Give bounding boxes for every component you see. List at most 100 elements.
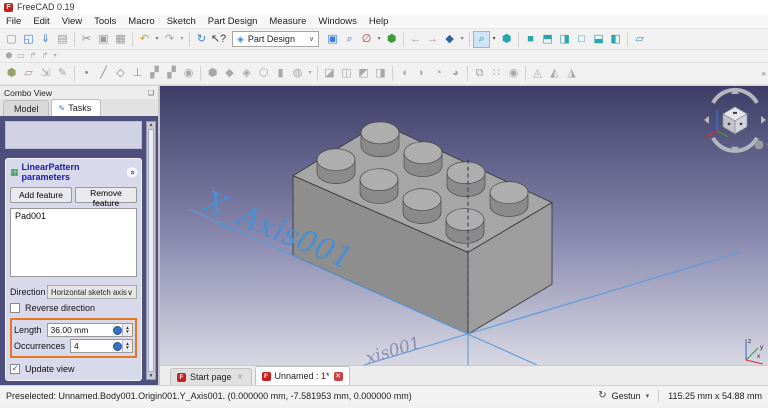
expression-icon[interactable]: [113, 326, 122, 335]
toolbar-icon[interactable]: ▾: [375, 31, 383, 48]
toolbar-icon[interactable]: ⌕: [341, 31, 358, 48]
toolbar-icon[interactable]: ⧉: [471, 65, 488, 82]
menu-item[interactable]: File: [0, 16, 27, 27]
toolbar-icon[interactable]: [469, 32, 470, 47]
toolbar-icon[interactable]: ◇: [112, 65, 129, 82]
toolbar-icon[interactable]: ↷: [161, 31, 178, 48]
toolbar-icon[interactable]: ◮: [563, 65, 580, 82]
toolbar-icon[interactable]: ◍: [289, 65, 306, 82]
toolbar-icon[interactable]: ▾: [51, 50, 59, 62]
toolbar-icon[interactable]: ⬢: [498, 31, 515, 48]
toolbar-icon[interactable]: ▱: [631, 31, 648, 48]
toolbar-icon[interactable]: [200, 66, 201, 81]
task-scrollbar[interactable]: ▲ ▼: [146, 121, 156, 380]
toolbar-icon[interactable]: ◭: [546, 65, 563, 82]
toolbar-icon[interactable]: [74, 32, 75, 47]
reverse-direction-checkbox[interactable]: [10, 303, 20, 313]
feature-list-item[interactable]: Pad001: [15, 211, 132, 221]
toolbar-icon[interactable]: ▞: [163, 65, 180, 82]
menu-item[interactable]: Edit: [27, 16, 55, 27]
direction-dropdown[interactable]: Horizontal sketch axis ∨: [47, 285, 137, 299]
toolbar-icon[interactable]: ▢: [3, 31, 20, 48]
toolbar-icon[interactable]: ↻: [193, 31, 210, 48]
toolbar-icon[interactable]: [467, 66, 468, 81]
toolbar-icon[interactable]: ⬒: [539, 31, 556, 48]
occurrences-spinner[interactable]: ▲▼: [122, 340, 132, 352]
remove-feature-button[interactable]: Remove feature: [75, 187, 137, 203]
toolbar-icon[interactable]: [132, 32, 133, 47]
toolbar-icon[interactable]: ◔: [430, 65, 447, 82]
toolbar-icon[interactable]: ◧: [607, 31, 624, 48]
length-spinner[interactable]: ▲▼: [122, 324, 132, 336]
toolbar-icon[interactable]: ↱: [27, 50, 39, 62]
expression-icon[interactable]: [113, 342, 122, 351]
toolbar-icon[interactable]: •: [78, 65, 95, 82]
collapse-section-button[interactable]: «: [126, 167, 137, 177]
toolbar-icon[interactable]: ←: [407, 31, 424, 48]
toolbar-icon[interactable]: ⬓: [590, 31, 607, 48]
3d-viewport[interactable]: X_Axis001 xis001: [160, 86, 768, 365]
scrollbar-thumb[interactable]: [148, 129, 154, 372]
toolbar-icon[interactable]: [525, 66, 526, 81]
scroll-down-icon[interactable]: ▼: [147, 373, 155, 379]
nav-sphere-icon[interactable]: [755, 140, 764, 149]
toolbar-icon[interactable]: ▞: [146, 65, 163, 82]
toolbar-icon[interactable]: ▾: [178, 31, 186, 48]
toolbar-icon[interactable]: [627, 32, 628, 47]
workbench-selector[interactable]: ◈ Part Design ∨: [232, 31, 319, 47]
toolbar-icon[interactable]: ◆: [221, 65, 238, 82]
navigation-style-dropdown[interactable]: Gestun: [612, 391, 641, 401]
update-view-checkbox[interactable]: [10, 364, 20, 374]
toolbar-icon[interactable]: ╱: [95, 65, 112, 82]
toolbar-icon[interactable]: [518, 32, 519, 47]
float-panel-icon[interactable]: ❏: [148, 89, 154, 97]
menu-item[interactable]: Sketch: [161, 16, 202, 27]
toolbar-icon[interactable]: →: [424, 31, 441, 48]
toolbar-icon[interactable]: ■: [522, 31, 539, 48]
toolbar-icon[interactable]: [189, 32, 190, 47]
close-icon[interactable]: ✕: [236, 373, 245, 382]
toolbar-icon[interactable]: ◗: [413, 65, 430, 82]
menu-item[interactable]: Macro: [122, 16, 160, 27]
toolbar-icon[interactable]: ▾: [490, 31, 498, 48]
toolbar-icon[interactable]: ⬢: [3, 65, 20, 82]
length-input[interactable]: 36.00 mm ▲▼: [47, 323, 133, 337]
toolbar-icon[interactable]: ⇲: [37, 65, 54, 82]
toolbar-icon[interactable]: [74, 66, 75, 81]
toolbar-overflow-button[interactable]: »: [762, 69, 766, 78]
toolbar-icon[interactable]: ◉: [180, 65, 197, 82]
toolbar-icon[interactable]: ↱: [39, 50, 51, 62]
close-icon[interactable]: ✕: [334, 372, 343, 381]
toolbar-icon[interactable]: [403, 32, 404, 47]
toolbar-icon[interactable]: ▮: [272, 65, 289, 82]
toolbar-icon[interactable]: ▾: [458, 31, 466, 48]
toolbar-icon[interactable]: ◪: [321, 65, 338, 82]
toolbar-icon[interactable]: ∅: [358, 31, 375, 48]
toolbar-icon[interactable]: ✂: [78, 31, 95, 48]
toolbar-icon[interactable]: ◫: [338, 65, 355, 82]
toolbar-icon[interactable]: ⬡: [255, 65, 272, 82]
toolbar-icon[interactable]: ◩: [355, 65, 372, 82]
scroll-up-icon[interactable]: ▲: [147, 122, 155, 128]
menu-item[interactable]: Part Design: [202, 16, 264, 27]
toolbar-icon[interactable]: ◨: [372, 65, 389, 82]
toolbar-icon[interactable]: ↖?: [210, 31, 227, 48]
toolbar-icon[interactable]: ◕: [447, 65, 464, 82]
menu-item[interactable]: Windows: [312, 16, 363, 27]
toolbar-icon[interactable]: ✎: [54, 65, 71, 82]
toolbar-icon[interactable]: ◬: [529, 65, 546, 82]
toolbar-icon[interactable]: [317, 66, 318, 81]
document-tab[interactable]: F Unnamed : 1* ✕: [255, 366, 350, 385]
toolbar-icon[interactable]: ◈: [238, 65, 255, 82]
toolbar-icon[interactable]: ◨: [556, 31, 573, 48]
menu-item[interactable]: View: [56, 16, 88, 27]
toolbar-icon[interactable]: ▤: [54, 31, 71, 48]
document-tab[interactable]: F Start page ✕: [170, 368, 252, 385]
toolbar-icon[interactable]: ▾: [306, 65, 314, 82]
toolbar-icon[interactable]: ▣: [324, 31, 341, 48]
3d-scene[interactable]: X_Axis001 xis001: [160, 86, 768, 365]
toolbar-icon[interactable]: ⬢: [3, 50, 15, 62]
toolbar-icon[interactable]: ∷: [488, 65, 505, 82]
toolbar-icon[interactable]: ⬢: [383, 31, 400, 48]
toolbar-icon[interactable]: ↶: [136, 31, 153, 48]
